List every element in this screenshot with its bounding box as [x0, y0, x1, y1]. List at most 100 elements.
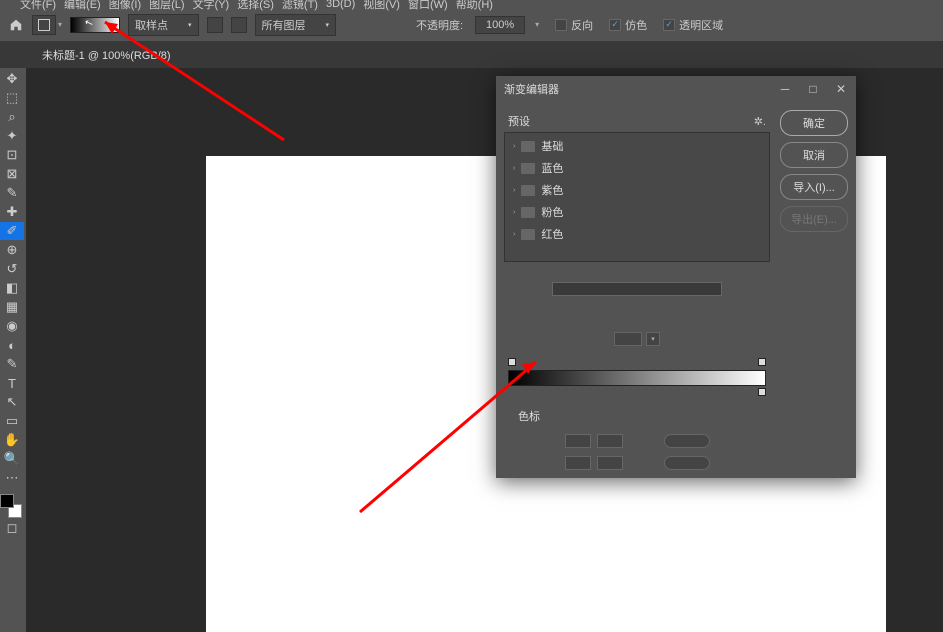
preset-folder[interactable]: › 紫色 [507, 179, 767, 201]
ok-button[interactable]: 确定 [780, 110, 848, 136]
preset-folder[interactable]: › 蓝色 [507, 157, 767, 179]
chevron-down-icon[interactable]: ▾ [646, 332, 660, 346]
stamp-tool-icon[interactable]: ⊕ [0, 241, 24, 259]
export-button: 导出(E)... [780, 206, 848, 232]
quickmask-icon[interactable]: ◻ [0, 519, 24, 537]
dodge-tool-icon[interactable]: ◐ [0, 336, 24, 354]
foreground-color-swatch[interactable] [0, 494, 14, 508]
lasso-tool-icon[interactable]: ⌕ [0, 108, 24, 126]
dither-label: 仿色 [625, 17, 647, 33]
chevron-down-icon[interactable]: ▾ [58, 20, 62, 29]
stop-opacity-input[interactable] [565, 434, 591, 448]
transparency-checkbox[interactable] [663, 19, 675, 31]
folder-icon [521, 229, 535, 240]
eyedropper-tool-icon[interactable]: ✎ [0, 184, 24, 202]
color-swatches[interactable] [0, 494, 24, 518]
toolbar-btn-1[interactable] [207, 17, 223, 33]
frame-tool-icon[interactable]: ⊠ [0, 165, 24, 183]
menu-image[interactable]: 图像(I) [109, 0, 141, 12]
options-bar: ▾ ↖ 取样点▾ 所有图层▾ 不透明度: ▾ 反向 仿色 透明区域 [0, 8, 943, 42]
menu-layer[interactable]: 图层(L) [149, 0, 184, 12]
more-icon[interactable]: ⋯ [0, 469, 24, 487]
menu-filter[interactable]: 滤镜(T) [282, 0, 318, 12]
color-stop-right[interactable] [758, 388, 766, 396]
minimize-icon[interactable]: ─ [778, 82, 792, 96]
opacity-stop-right[interactable] [758, 358, 766, 366]
blur-tool-icon[interactable]: ◉ [0, 317, 24, 335]
stop-opacity-arrow[interactable] [597, 434, 623, 448]
path-tool-icon[interactable]: ↖ [0, 393, 24, 411]
layers-dropdown[interactable]: 所有图层▾ [255, 14, 337, 36]
gradient-name-input[interactable] [552, 282, 722, 296]
stop-color-input[interactable] [565, 456, 591, 470]
sample-dropdown[interactable]: 取样点▾ [128, 14, 199, 36]
close-icon[interactable]: ✕ [834, 82, 848, 96]
stop-location-btn[interactable] [664, 434, 710, 448]
color-stops-label: 色标 [518, 408, 770, 424]
chevron-right-icon: › [513, 209, 515, 216]
opacity-stop-left[interactable] [508, 358, 516, 366]
chevron-right-icon: › [513, 187, 515, 194]
menu-file[interactable]: 文件(F) [20, 0, 56, 12]
tool-preset-button[interactable] [32, 15, 56, 35]
tool-panel: ✥ ⬚ ⌕ ✦ ⊡ ⊠ ✎ ✚ ✐ ⊕ ↺ ◧ ▦ ◉ ◐ ✎ T ↖ ▭ ✋ … [0, 68, 26, 632]
gradient-bar[interactable] [508, 370, 766, 386]
menu-select[interactable]: 选择(S) [237, 0, 274, 12]
reverse-label: 反向 [571, 17, 593, 33]
preset-folder[interactable]: › 红色 [507, 223, 767, 245]
chevron-right-icon: › [513, 231, 515, 238]
type-tool-icon[interactable]: T [0, 374, 24, 392]
brush-tool-icon[interactable]: ✐ [0, 222, 24, 240]
healing-tool-icon[interactable]: ✚ [0, 203, 24, 221]
folder-icon [521, 141, 535, 152]
folder-icon [521, 207, 535, 218]
marquee-tool-icon[interactable]: ⬚ [0, 89, 24, 107]
history-brush-tool-icon[interactable]: ↺ [0, 260, 24, 278]
gradient-bar-editor [504, 358, 770, 396]
reverse-checkbox[interactable] [555, 19, 567, 31]
gradient-tool-icon[interactable]: ▦ [0, 298, 24, 316]
import-button[interactable]: 导入(I)... [780, 174, 848, 200]
hand-tool-icon[interactable]: ✋ [0, 431, 24, 449]
menu-3d[interactable]: 3D(D) [326, 0, 355, 10]
opacity-label: 不透明度: [416, 17, 463, 33]
gear-icon[interactable]: ✲. [754, 115, 766, 128]
chevron-right-icon: › [513, 165, 515, 172]
menu-edit[interactable]: 编辑(E) [64, 0, 101, 12]
menu-view[interactable]: 视图(V) [363, 0, 400, 12]
dither-checkbox[interactable] [609, 19, 621, 31]
menu-bar: 文件(F) 编辑(E) 图像(I) 图层(L) 文字(Y) 选择(S) 滤镜(T… [0, 0, 943, 8]
gradient-picker[interactable]: ↖ [70, 17, 120, 33]
transparency-label: 透明区域 [679, 17, 723, 33]
chevron-down-icon[interactable]: ▾ [535, 20, 539, 29]
stop-delete-btn[interactable] [664, 456, 710, 470]
stop-color-arrow[interactable] [597, 456, 623, 470]
home-icon[interactable] [8, 17, 24, 33]
move-tool-icon[interactable]: ✥ [0, 70, 24, 88]
dialog-titlebar[interactable]: 渐变编辑器 ─ □ ✕ [496, 76, 856, 102]
pen-tool-icon[interactable]: ✎ [0, 355, 24, 373]
folder-icon [521, 185, 535, 196]
preset-folder[interactable]: › 粉色 [507, 201, 767, 223]
presets-label: 预设 [508, 113, 530, 129]
shape-tool-icon[interactable]: ▭ [0, 412, 24, 430]
gradient-type-select[interactable] [614, 332, 642, 346]
preset-folder[interactable]: › 基础 [507, 135, 767, 157]
gradient-editor-dialog: 渐变编辑器 ─ □ ✕ 预设 ✲. › 基础 › 蓝色 [496, 76, 856, 478]
document-tab[interactable]: 未标题-1 @ 100%(RGB/8) [32, 43, 181, 67]
menu-help[interactable]: 帮助(H) [456, 0, 493, 12]
maximize-icon[interactable]: □ [806, 82, 820, 96]
eraser-tool-icon[interactable]: ◧ [0, 279, 24, 297]
chevron-right-icon: › [513, 143, 515, 150]
opacity-input[interactable] [475, 16, 525, 34]
document-tab-bar: 未标题-1 @ 100%(RGB/8) [0, 42, 943, 68]
zoom-tool-icon[interactable]: 🔍 [0, 450, 24, 468]
cancel-button[interactable]: 取消 [780, 142, 848, 168]
menu-window[interactable]: 窗口(W) [408, 0, 448, 12]
folder-icon [521, 163, 535, 174]
toolbar-btn-2[interactable] [231, 17, 247, 33]
preset-list[interactable]: › 基础 › 蓝色 › 紫色 › 粉色 [504, 132, 770, 262]
wand-tool-icon[interactable]: ✦ [0, 127, 24, 145]
menu-text[interactable]: 文字(Y) [193, 0, 230, 12]
crop-tool-icon[interactable]: ⊡ [0, 146, 24, 164]
